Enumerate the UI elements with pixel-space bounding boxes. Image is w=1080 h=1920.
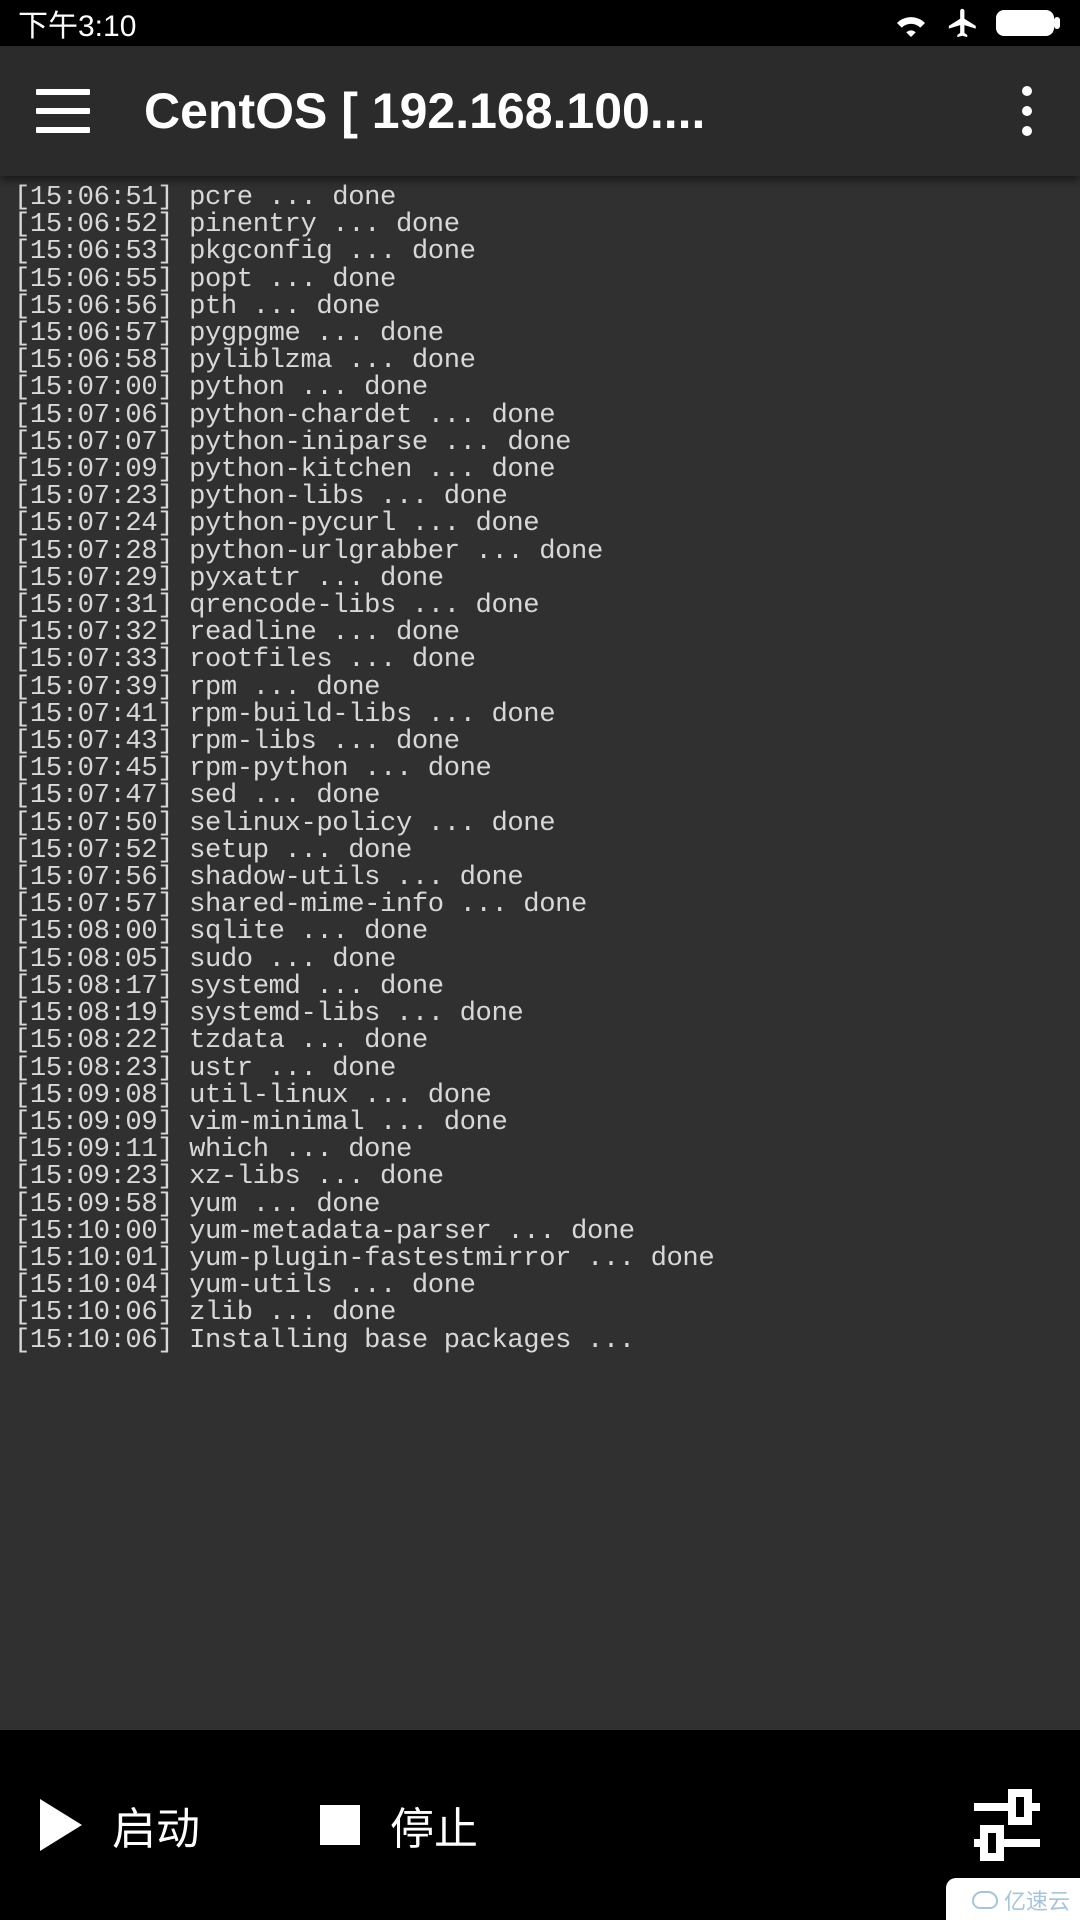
stop-icon [320,1805,360,1845]
start-label: 启动 [112,1793,200,1857]
terminal-line: [15:10:06] Installing base packages ... [14,1327,1066,1354]
terminal-line: [15:10:06] zlib ... done [14,1299,1066,1326]
terminal-line: [15:07:47] sed ... done [14,782,1066,809]
terminal-line: [15:07:00] python ... done [14,374,1066,401]
terminal-line: [15:07:32] readline ... done [14,619,1066,646]
terminal-line: [15:09:08] util-linux ... done [14,1082,1066,1109]
terminal-line: [15:09:11] which ... done [14,1136,1066,1163]
terminal-line: [15:06:52] pinentry ... done [14,211,1066,238]
terminal-line: [15:06:55] popt ... done [14,266,1066,293]
terminal-line: [15:07:41] rpm-build-libs ... done [14,701,1066,728]
overflow-menu-icon[interactable] [1004,86,1050,136]
terminal-line: [15:09:09] vim-minimal ... done [14,1109,1066,1136]
terminal-line: [15:07:52] setup ... done [14,837,1066,864]
terminal-line: [15:07:45] rpm-python ... done [14,755,1066,782]
terminal-line: [15:06:51] pcre ... done [14,184,1066,211]
watermark: 亿速云 [946,1878,1080,1920]
terminal-output[interactable]: [15:06:51] pcre ... done[15:06:52] pinen… [0,176,1080,1730]
terminal-line: [15:08:22] tzdata ... done [14,1027,1066,1054]
status-time: 下午3:10 [18,1,136,45]
watermark-text: 亿速云 [1004,1884,1070,1916]
stop-button[interactable]: 停止 [320,1793,478,1857]
terminal-line: [15:08:19] systemd-libs ... done [14,1000,1066,1027]
terminal-line: [15:07:23] python-libs ... done [14,483,1066,510]
terminal-line: [15:07:06] python-chardet ... done [14,402,1066,429]
terminal-line: [15:08:17] systemd ... done [14,973,1066,1000]
start-button[interactable]: 启动 [40,1793,200,1857]
wifi-icon [892,9,930,37]
terminal-line: [15:07:09] python-kitchen ... done [14,456,1066,483]
terminal-line: [15:07:28] python-urlgrabber ... done [14,538,1066,565]
terminal-line: [15:10:00] yum-metadata-parser ... done [14,1218,1066,1245]
settings-sliders-icon[interactable] [974,1797,1040,1853]
terminal-line: [15:06:56] pth ... done [14,293,1066,320]
terminal-line: [15:08:00] sqlite ... done [14,918,1066,945]
terminal-line: [15:08:23] ustr ... done [14,1055,1066,1082]
terminal-line: [15:07:56] shadow-utils ... done [14,864,1066,891]
bottom-bar: 启动 停止 [0,1730,1080,1920]
status-icons [892,6,1062,40]
terminal-line: [15:07:33] rootfiles ... done [14,646,1066,673]
app-bar: CentOS [ 192.168.100.... [0,46,1080,176]
terminal-line: [15:07:29] pyxattr ... done [14,565,1066,592]
terminal-line: [15:07:07] python-iniparse ... done [14,429,1066,456]
play-icon [40,1799,82,1851]
terminal-line: [15:07:39] rpm ... done [14,674,1066,701]
terminal-line: [15:09:23] xz-libs ... done [14,1163,1066,1190]
terminal-line: [15:06:53] pkgconfig ... done [14,238,1066,265]
terminal-line: [15:07:57] shared-mime-info ... done [14,891,1066,918]
terminal-line: [15:07:43] rpm-libs ... done [14,728,1066,755]
terminal-line: [15:06:58] pyliblzma ... done [14,347,1066,374]
battery-icon [996,8,1062,38]
airplane-icon [944,6,982,40]
terminal-line: [15:07:50] selinux-policy ... done [14,810,1066,837]
terminal-line: [15:07:31] qrencode-libs ... done [14,592,1066,619]
terminal-line: [15:07:24] python-pycurl ... done [14,510,1066,537]
terminal-line: [15:08:05] sudo ... done [14,946,1066,973]
cloud-icon [972,1891,998,1909]
terminal-line: [15:09:58] yum ... done [14,1191,1066,1218]
stop-label: 停止 [390,1793,478,1857]
terminal-line: [15:10:04] yum-utils ... done [14,1272,1066,1299]
terminal-line: [15:06:57] pygpgme ... done [14,320,1066,347]
status-bar: 下午3:10 [0,0,1080,46]
terminal-line: [15:10:01] yum-plugin-fastestmirror ... … [14,1245,1066,1272]
menu-icon[interactable] [36,89,90,133]
app-title: CentOS [ 192.168.100.... [144,82,1004,140]
